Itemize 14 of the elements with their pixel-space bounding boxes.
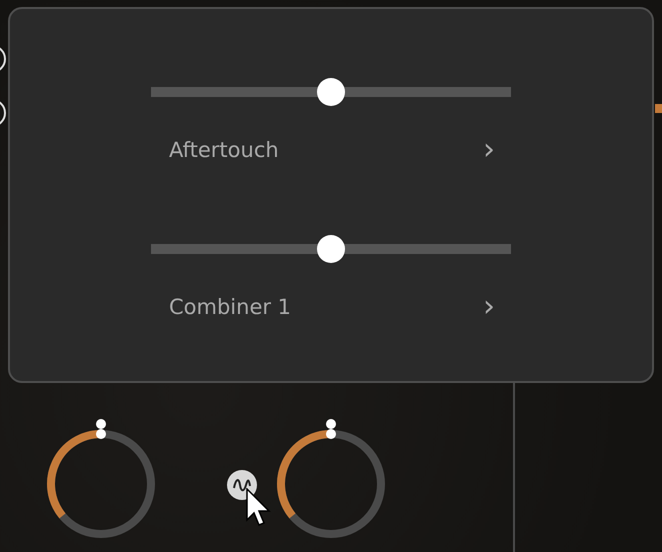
slider-thumb[interactable] xyxy=(317,78,345,106)
source-label: Aftertouch xyxy=(169,138,279,162)
level-marker xyxy=(655,104,662,113)
knob[interactable] xyxy=(47,430,155,538)
source-label: Combiner 1 xyxy=(169,295,292,319)
chevron[interactable]: › xyxy=(483,138,495,162)
knob[interactable] xyxy=(277,430,385,538)
indicator-dot xyxy=(96,419,106,429)
indicator-dot xyxy=(326,419,336,429)
chevron[interactable]: › xyxy=(483,295,495,319)
cursor-icon xyxy=(246,488,272,528)
slider-thumb[interactable] xyxy=(317,235,345,263)
indicator-dot xyxy=(326,429,336,439)
indicator-dot xyxy=(96,429,106,439)
